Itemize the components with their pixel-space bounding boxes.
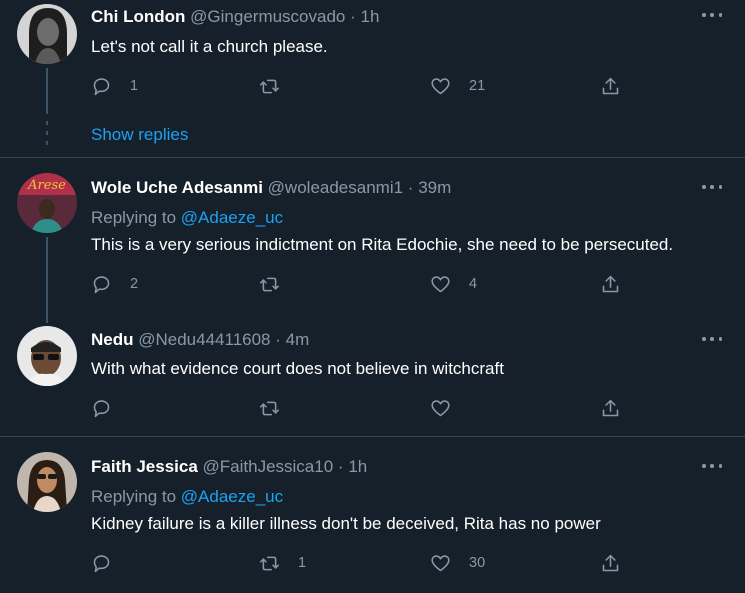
tweet-faith-jessica[interactable]: Faith Jessica @FaithJessica10 · 1h Reply… [0, 437, 745, 593]
retweet-icon [259, 79, 280, 93]
reply-icon [93, 77, 110, 95]
retweet-icon [259, 556, 280, 570]
like-button[interactable]: 30 [430, 552, 485, 574]
tweet-header: Chi London @Gingermuscovado · 1h [91, 7, 379, 27]
more-icon[interactable] [702, 12, 722, 18]
like-button[interactable]: 21 [430, 75, 485, 97]
tweet-actions [91, 397, 631, 419]
more-icon[interactable] [702, 336, 722, 342]
more-icon[interactable] [702, 463, 722, 469]
like-count: 30 [469, 555, 486, 571]
reply-icon [93, 399, 110, 417]
share-icon [602, 554, 619, 571]
replying-to-label: Replying to [91, 208, 177, 227]
share-icon [602, 77, 619, 94]
tweet-wole-uche-adesanmi[interactable]: Arese Wole Uche Adesanmi @woleadesanmi1 … [0, 158, 745, 323]
heart-icon [431, 275, 450, 292]
replying-to-label: Replying to [91, 487, 177, 506]
user-handle[interactable]: @Gingermuscovado [190, 7, 345, 26]
thread-line [46, 68, 48, 114]
mention-link[interactable]: @Adaeze_uc [181, 208, 283, 227]
share-icon [602, 275, 619, 292]
reply-button[interactable] [91, 552, 130, 574]
like-count: 4 [469, 276, 478, 292]
share-icon [602, 399, 619, 416]
separator: · [337, 457, 344, 476]
user-handle[interactable]: @FaithJessica10 [203, 457, 334, 476]
tweet-text: Kidney failure is a killer illness don't… [91, 514, 601, 533]
separator: · [350, 7, 356, 26]
reply-button[interactable]: 1 [91, 75, 138, 97]
tweet-text: With what evidence court does not believ… [91, 359, 504, 378]
retweet-icon [259, 277, 280, 291]
retweet-button[interactable]: 1 [259, 552, 306, 574]
heart-icon [431, 399, 450, 416]
share-button[interactable] [600, 552, 621, 574]
share-button[interactable] [600, 273, 621, 295]
tweet-nedu[interactable]: Nedu @Nedu44411608 · 4m With what eviden… [0, 313, 745, 436]
timestamp[interactable]: 1h [348, 457, 367, 476]
reply-count: 1 [130, 78, 139, 94]
avatar[interactable] [17, 4, 77, 64]
more-icon[interactable] [702, 184, 722, 190]
avatar[interactable] [17, 326, 77, 386]
tweet-text: This is a very serious indictment on Rit… [91, 235, 674, 254]
reply-count: 2 [130, 276, 139, 292]
separator: · [275, 330, 281, 349]
avatar[interactable]: Arese [17, 173, 77, 233]
display-name[interactable]: Nedu [91, 330, 134, 349]
tweet-text: Let's not call it a church please. [91, 37, 328, 56]
reply-icon [93, 275, 110, 293]
mention-link[interactable]: @Adaeze_uc [181, 487, 283, 506]
share-button[interactable] [600, 397, 621, 419]
replying-to: Replying to @Adaeze_uc [91, 208, 283, 228]
tweet-header: Nedu @Nedu44411608 · 4m [91, 330, 309, 350]
avatar[interactable] [17, 452, 77, 512]
tweet-chi-london[interactable]: Chi London @Gingermuscovado · 1h Let's n… [0, 0, 745, 157]
tweet-header: Wole Uche Adesanmi @woleadesanmi1 · 39m [91, 178, 451, 198]
retweet-icon [259, 401, 280, 415]
replying-to: Replying to @Adaeze_uc [91, 487, 283, 507]
svg-text:Arese: Arese [27, 178, 66, 193]
thread-line [46, 237, 48, 323]
reply-icon [93, 554, 110, 572]
heart-icon [431, 554, 450, 571]
tweet-actions: 1 30 [91, 552, 631, 574]
tweet-actions: 1 21 [91, 75, 631, 97]
retweet-button[interactable] [259, 397, 298, 419]
show-replies-link[interactable]: Show replies [91, 125, 188, 145]
separator: · [407, 178, 414, 197]
tweet-header: Faith Jessica @FaithJessica10 · 1h [91, 457, 367, 477]
reply-button[interactable]: 2 [91, 273, 138, 295]
user-handle[interactable]: @woleadesanmi1 [268, 178, 403, 197]
timestamp[interactable]: 39m [418, 178, 451, 197]
retweet-button[interactable] [259, 273, 298, 295]
retweet-count: 1 [298, 555, 307, 571]
display-name[interactable]: Chi London [91, 7, 185, 26]
retweet-button[interactable] [259, 75, 298, 97]
like-count: 21 [469, 78, 486, 94]
user-handle[interactable]: @Nedu44411608 [138, 330, 270, 349]
reply-button[interactable] [91, 397, 130, 419]
display-name[interactable]: Wole Uche Adesanmi [91, 178, 263, 197]
timestamp[interactable]: 1h [361, 7, 380, 26]
display-name[interactable]: Faith Jessica [91, 457, 198, 476]
like-button[interactable]: 4 [430, 273, 477, 295]
share-button[interactable] [600, 75, 621, 97]
thread-continuation [46, 121, 48, 145]
like-button[interactable] [430, 397, 469, 419]
timestamp[interactable]: 4m [286, 330, 310, 349]
heart-icon [431, 77, 450, 94]
tweet-actions: 2 4 [91, 273, 631, 295]
